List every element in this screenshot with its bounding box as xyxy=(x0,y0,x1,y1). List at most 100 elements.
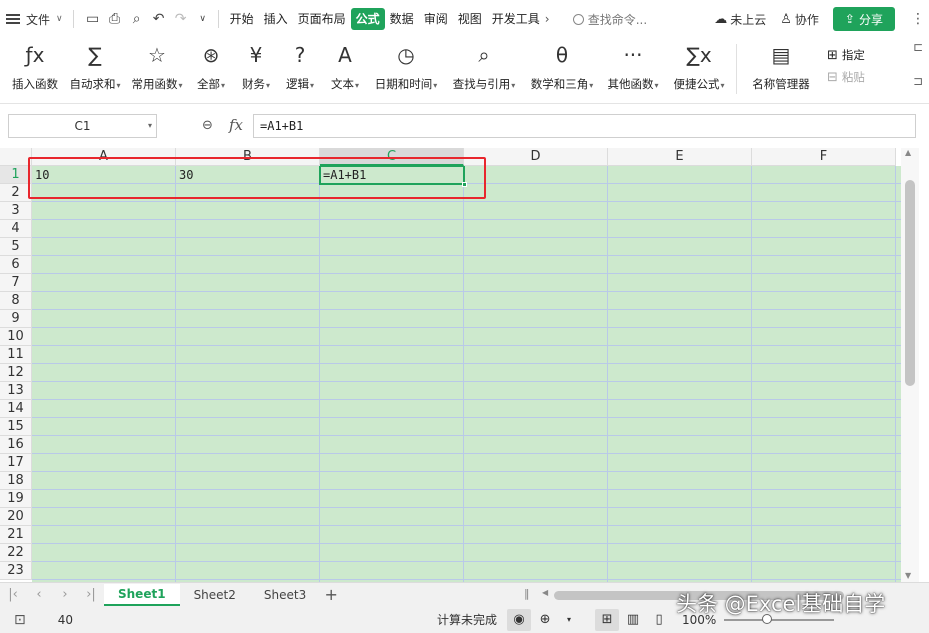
row-header-8[interactable]: 8 xyxy=(0,292,32,310)
grid-line xyxy=(751,166,752,582)
ribbon-button-2[interactable]: ☆ 常用函数▾ xyxy=(126,38,188,100)
ribbon-button-11[interactable]: ∑x 便捷公式▾ xyxy=(666,38,732,100)
save-icon[interactable]: ▭ xyxy=(82,8,104,30)
row-header-19[interactable]: 19 xyxy=(0,490,32,508)
scroll-up-icon[interactable]: ▲ xyxy=(905,148,911,157)
row-header-5[interactable]: 5 xyxy=(0,238,32,256)
insert-function-icon[interactable]: fx xyxy=(229,116,243,134)
divider xyxy=(736,44,737,94)
tab-1[interactable]: 插入 xyxy=(259,8,293,30)
zoom-slider[interactable] xyxy=(724,613,835,624)
ribbon-button-9[interactable]: θ 数学和三角▾ xyxy=(524,38,600,100)
redo-icon[interactable]: ↷ xyxy=(170,8,192,30)
row-header-3[interactable]: 3 xyxy=(0,202,32,220)
reading-view-icon[interactable]: ▯ xyxy=(647,609,671,631)
tab-2[interactable]: 页面布局 xyxy=(293,8,351,30)
scroll-down-icon[interactable]: ▼ xyxy=(905,571,911,580)
ribbon-button-5[interactable]: ? 逻辑▾ xyxy=(278,38,322,100)
grid-line xyxy=(32,327,901,328)
row-header-20[interactable]: 20 xyxy=(0,508,32,526)
scroll-left-icon[interactable]: ◀ xyxy=(542,588,548,597)
chevron-down-icon[interactable]: ▾ xyxy=(148,121,152,130)
ribbon-button-7[interactable]: ◷ 日期和时间▾ xyxy=(368,38,444,100)
ribbon-button-0[interactable]: ƒx 插入函数 xyxy=(6,38,64,100)
cell-area[interactable]: 10 30 =A1+B1 xyxy=(32,165,901,582)
ribbon-label-text: 常用函数 xyxy=(131,77,178,91)
row-header-10[interactable]: 10 xyxy=(0,328,32,346)
print-icon[interactable]: ⎙ xyxy=(104,8,126,30)
row-header-18[interactable]: 18 xyxy=(0,472,32,490)
row-header-13[interactable]: 13 xyxy=(0,382,32,400)
ribbon-button-6[interactable]: A 文本▾ xyxy=(322,38,368,100)
file-menu-button[interactable]: 文件 ∨ xyxy=(0,7,69,31)
tab-6[interactable]: 视图 xyxy=(453,8,487,30)
row-header-23[interactable]: 23 xyxy=(0,562,32,580)
row-header-7[interactable]: 7 xyxy=(0,274,32,292)
overflow-icon[interactable]: ⊏ xyxy=(913,40,929,54)
sheet-tab-sheet3[interactable]: Sheet3 xyxy=(250,584,320,606)
row-header-12[interactable]: 12 xyxy=(0,364,32,382)
row-header-11[interactable]: 11 xyxy=(0,346,32,364)
name-box[interactable]: C1 ▾ xyxy=(8,114,157,138)
ribbon-button-10[interactable]: ··· 其他函数▾ xyxy=(600,38,666,100)
row-header-16[interactable]: 16 xyxy=(0,436,32,454)
ribbon-button-12[interactable]: ▤ 名称管理器 xyxy=(741,38,821,100)
tab-5[interactable]: 审阅 xyxy=(419,8,453,30)
row-header-9[interactable]: 9 xyxy=(0,310,32,328)
row-header-6[interactable]: 6 xyxy=(0,256,32,274)
column-header-E[interactable]: E xyxy=(608,148,752,166)
vertical-scrollbar[interactable]: ▲ ▼ xyxy=(901,148,919,582)
print-preview-icon[interactable]: ⌕ xyxy=(126,8,148,30)
tab-4[interactable]: 数据 xyxy=(385,8,419,30)
cloud-status-button[interactable]: ☁ 未上云 xyxy=(714,11,766,28)
row-header-4[interactable]: 4 xyxy=(0,220,32,238)
macro-record-icon[interactable]: ⊡ xyxy=(14,612,26,628)
chevron-down-icon[interactable]: ▾ xyxy=(559,609,579,631)
split-handle-icon[interactable]: ‖ xyxy=(524,587,530,600)
sheet-tab-sheet1[interactable]: Sheet1 xyxy=(104,583,180,606)
last-sheet-icon[interactable]: ›| xyxy=(78,587,104,602)
formula-input[interactable]: =A1+B1 xyxy=(253,114,916,138)
user-icon: ♙ xyxy=(780,11,792,27)
more-options-icon[interactable]: ⋮ xyxy=(911,11,929,27)
ribbon-button-3[interactable]: ⊛ 全部▾ xyxy=(188,38,234,100)
row-header-17[interactable]: 17 xyxy=(0,454,32,472)
page-break-view-icon[interactable]: ▥ xyxy=(621,609,645,631)
row-header-22[interactable]: 22 xyxy=(0,544,32,562)
normal-view-icon[interactable]: ⊞ xyxy=(595,608,620,631)
chevron-right-icon[interactable]: › xyxy=(545,12,557,26)
grid-line xyxy=(895,166,896,582)
ribbon-button-4[interactable]: ¥ 财务▾ xyxy=(234,38,278,100)
prev-sheet-icon[interactable]: ‹ xyxy=(26,587,52,602)
ribbon-button-8[interactable]: ⌕ 查找与引用▾ xyxy=(444,38,524,100)
overflow-icon[interactable]: ⊐ xyxy=(913,74,929,88)
row-header-21[interactable]: 21 xyxy=(0,526,32,544)
name-tool-0[interactable]: ⊞ 指定 xyxy=(827,44,865,66)
share-button[interactable]: ⇪ 分享 xyxy=(832,7,895,31)
title-bar-actions: ☁ 未上云 ♙ 协作 ⇪ 分享 ⋮ xyxy=(714,6,929,32)
command-search[interactable]: 查找命令... xyxy=(572,11,647,28)
first-sheet-icon[interactable]: |‹ xyxy=(0,587,26,602)
scroll-thumb[interactable] xyxy=(905,180,915,386)
cloud-status-label: 未上云 xyxy=(730,12,767,27)
add-sheet-button[interactable]: + xyxy=(320,585,342,604)
customize-quick-access-icon[interactable]: ∨ xyxy=(192,8,214,30)
zoom-formula-icon[interactable]: ⊖ xyxy=(202,118,213,133)
tab-0[interactable]: 开始 xyxy=(225,8,259,30)
ribbon-label-text: 插入函数 xyxy=(12,77,58,91)
collaborate-button[interactable]: ♙ 协作 xyxy=(780,11,819,28)
tab-7[interactable]: 开发工具 xyxy=(487,8,545,30)
fx-icon: ƒx xyxy=(25,43,45,67)
undo-icon[interactable]: ↶ xyxy=(148,8,170,30)
name-tool-1[interactable]: ⊟ 粘贴 xyxy=(827,66,865,88)
column-header-F[interactable]: F xyxy=(752,148,896,166)
layout-icon[interactable]: ⊕ xyxy=(533,609,557,631)
sheet-tab-sheet2[interactable]: Sheet2 xyxy=(180,584,250,606)
tab-3[interactable]: 公式 xyxy=(350,8,385,30)
next-sheet-icon[interactable]: › xyxy=(52,587,78,602)
eye-protection-icon[interactable]: ◉ xyxy=(507,608,532,631)
ribbon-button-1[interactable]: ∑ 自动求和▾ xyxy=(64,38,126,100)
row-header-14[interactable]: 14 xyxy=(0,400,32,418)
ribbon-button-label: 日期和时间▾ xyxy=(375,76,438,92)
row-header-15[interactable]: 15 xyxy=(0,418,32,436)
